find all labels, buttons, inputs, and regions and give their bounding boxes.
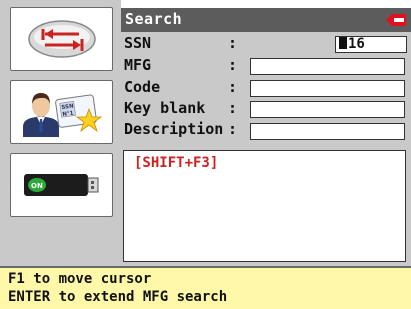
results-panel: [SHIFT+F3] (121, 148, 411, 266)
mfg-label: MFG (124, 56, 152, 74)
code-colon: : (228, 78, 238, 96)
help-line-2: ENTER to extend MFG search (8, 289, 228, 305)
key-blank-label: Key blank (124, 99, 206, 117)
mfg-colon: : (228, 56, 238, 74)
ssn-label: SSN (124, 34, 152, 52)
code-label: Code (124, 78, 161, 96)
results-list[interactable]: [SHIFT+F3] (123, 150, 406, 262)
ssn-search-button[interactable]: SSN N°1 (10, 80, 113, 144)
mfg-field[interactable] (250, 58, 405, 75)
usb-on-badge: ON (31, 182, 43, 190)
left-toolbar: SSN N°1 ON (0, 0, 121, 266)
ssn-field[interactable]: 16 (335, 36, 407, 53)
ssn-value: 16 (348, 36, 365, 52)
code-field[interactable] (250, 80, 405, 97)
search-form: SSN : 16 MFG : Code : Key blank : Descri… (121, 32, 411, 148)
ssn-colon: : (228, 34, 238, 52)
brand-logo (386, 14, 406, 26)
description-label: Description (124, 120, 224, 138)
description-colon: : (228, 120, 238, 138)
exit-button[interactable] (10, 7, 113, 71)
usb-button[interactable]: ON (10, 153, 113, 217)
key-blank-colon: : (228, 99, 238, 117)
page-title: Search (125, 10, 183, 28)
user-ssn-card-icon: SSN N°1 (22, 93, 102, 137)
shortcut-hint: [SHIFT+F3] (134, 155, 219, 171)
description-field[interactable] (250, 123, 405, 140)
help-line-1: F1 to move cursor (8, 271, 152, 287)
screen: SSN N°1 ON Search SSN : 16 MFG: Code: … (0, 0, 411, 309)
usb-key-icon: ON (23, 174, 98, 196)
help-footer: F1 to move cursor ENTER to extend MFG se… (0, 266, 411, 309)
title-bar: Search (121, 8, 411, 32)
key-blank-field[interactable] (250, 101, 405, 118)
text-cursor (339, 37, 347, 49)
exit-arrows-icon (27, 20, 96, 58)
